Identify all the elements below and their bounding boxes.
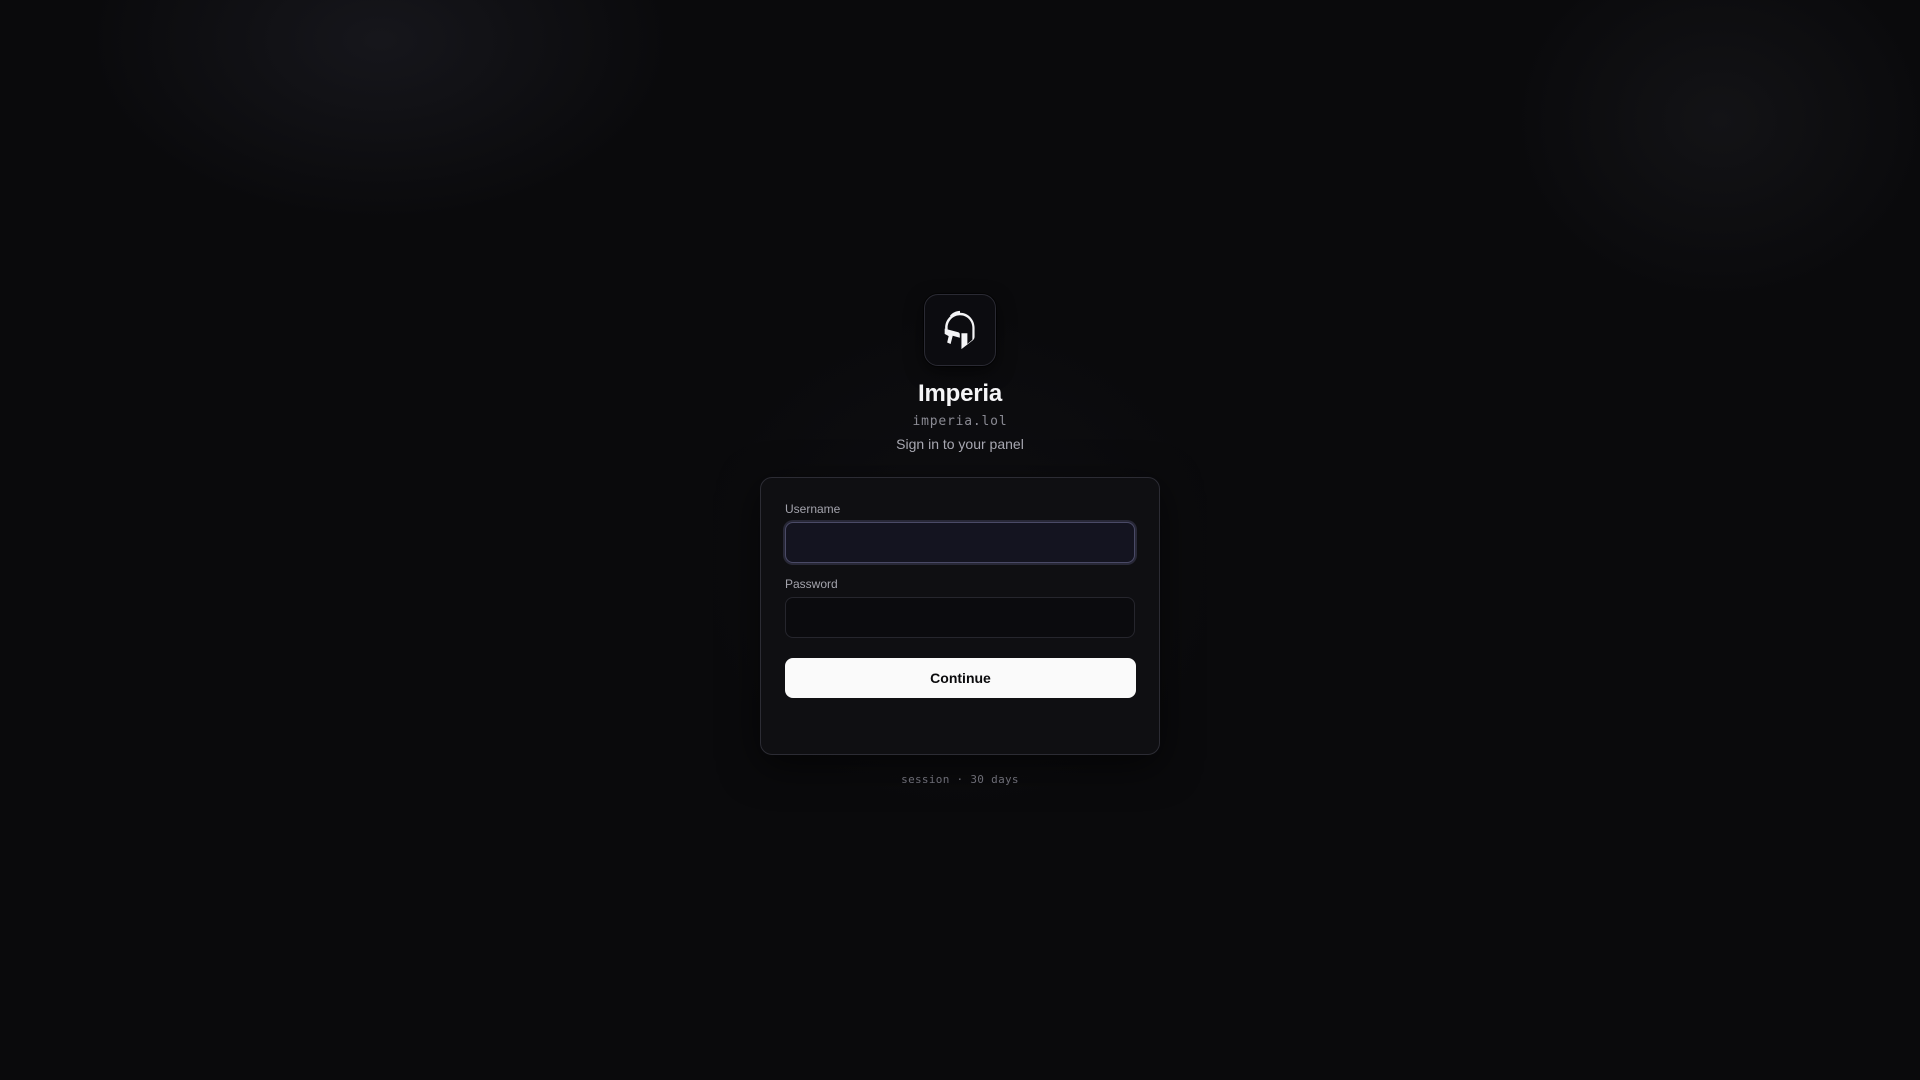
password-label: Password (785, 577, 838, 591)
login-page: Imperia imperia.lol Sign in to your pane… (0, 0, 1920, 1080)
username-label: Username (785, 502, 841, 516)
password-input[interactable] (785, 597, 1135, 638)
brand-domain: imperia.lol (912, 414, 1008, 429)
brand-title: Imperia (918, 380, 1002, 407)
username-input[interactable] (785, 522, 1135, 563)
spartan-helmet-icon (944, 310, 975, 350)
continue-button[interactable]: Continue (785, 658, 1136, 698)
login-card: Username Password Continue (760, 477, 1160, 755)
brand-logo (924, 294, 996, 366)
sign-in-subtitle: Sign in to your panel (896, 436, 1024, 452)
session-duration-note: session · 30 days (901, 773, 1019, 786)
